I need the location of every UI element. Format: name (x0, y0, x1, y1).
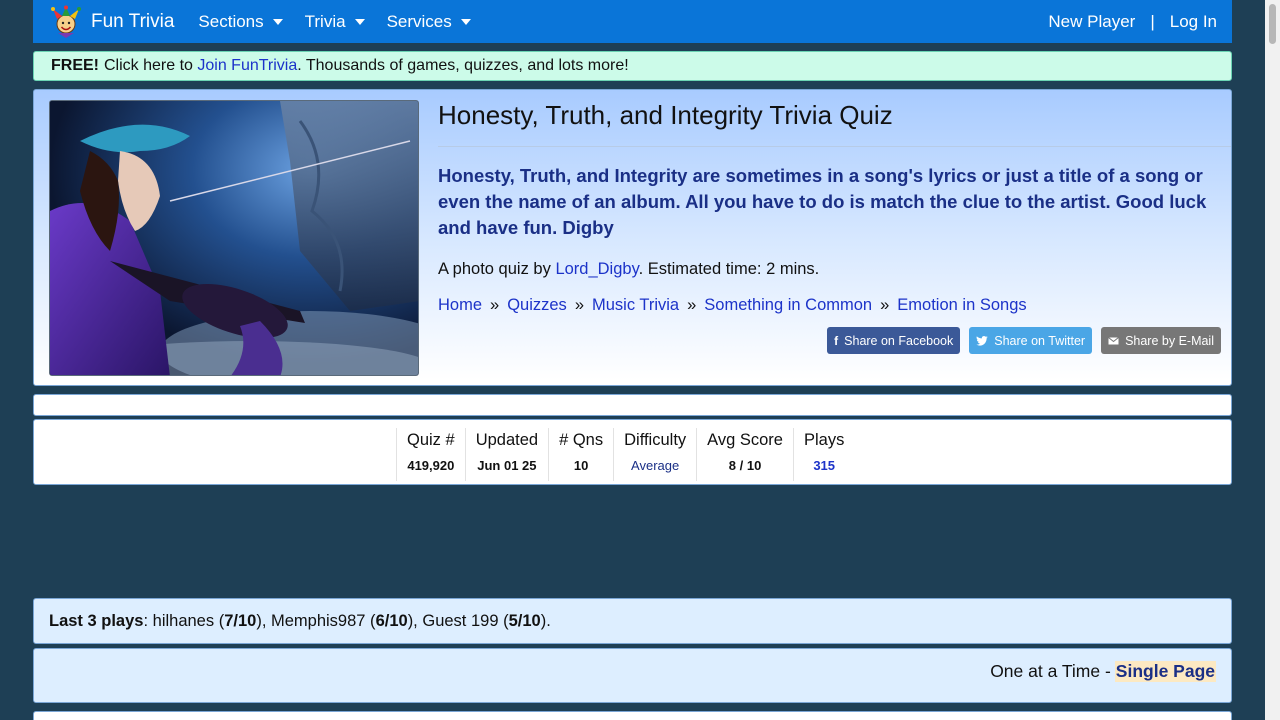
menu-sections-label: Sections (198, 11, 264, 31)
author-link[interactable]: Lord_Digby (555, 260, 638, 278)
share-facebook-button[interactable]: f Share on Facebook (827, 327, 961, 354)
caret-down-icon (272, 18, 283, 25)
share-twitter-label: Share on Twitter (994, 333, 1086, 348)
share-facebook-label: Share on Facebook (844, 333, 954, 348)
breadcrumb: Home » Quizzes » Music Trivia » Somethin… (438, 296, 1027, 315)
brand-logo[interactable]: Fun Trivia (49, 5, 174, 39)
quiz-description: Honesty, Truth, and Integrity are someti… (438, 165, 1207, 238)
player-score: 6/10 (375, 611, 408, 630)
difficulty-link[interactable]: Average (624, 458, 686, 473)
envelope-icon (1108, 336, 1119, 344)
breadcrumb-something-in-common[interactable]: Something in Common (704, 296, 872, 315)
byline-prefix: A photo quiz by (438, 260, 551, 278)
share-email-button[interactable]: Share by E-Mail (1101, 327, 1221, 354)
breadcrumb-music-trivia[interactable]: Music Trivia (592, 296, 679, 315)
twitter-bird-icon (976, 335, 989, 346)
caret-down-icon (354, 18, 365, 25)
player-score: 5/10 (508, 611, 541, 630)
stat-value: 8 / 10 (728, 458, 762, 473)
stat-label: Quiz # (407, 431, 455, 449)
quiz-stats-card: Quiz # 419,920 Updated Jun 01 25 # Qns 1… (33, 419, 1232, 485)
quiz-title: Honesty, Truth, and Integrity Trivia Qui… (438, 100, 893, 130)
single-page-link[interactable]: Single Page (1114, 661, 1216, 682)
breadcrumb-separator: » (687, 296, 697, 314)
promo-banner: FREE! Click here to Join FunTrivia . Tho… (33, 51, 1232, 81)
account-links: New Player | Log In (1048, 12, 1217, 32)
stat-value: Jun 01 25 (477, 458, 537, 473)
stat-value: 419,920 (407, 458, 455, 473)
player-score: 7/10 (224, 611, 257, 630)
plays-link[interactable]: 315 (804, 458, 844, 473)
violinist-image (50, 101, 418, 375)
quiz-photo (49, 100, 419, 376)
empty-panel (33, 394, 1232, 416)
facebook-icon: f (834, 333, 839, 348)
stat-label: Updated (475, 431, 539, 449)
stat-avg-score: Avg Score 8 / 10 (697, 428, 794, 481)
menu-trivia-label: Trivia (304, 11, 346, 31)
breadcrumb-separator: » (574, 296, 584, 314)
page-scrollbar[interactable] (1265, 0, 1280, 720)
share-buttons: f Share on Facebook Share on Twitter Sha… (818, 327, 1221, 354)
login-link[interactable]: Log In (1170, 12, 1217, 32)
byline-suffix: . Estimated time: 2 mins. (638, 260, 820, 278)
stat-label: # Qns (559, 431, 604, 449)
stat-plays: Plays 315 (794, 428, 854, 481)
last-plays-panel: Last 3 plays: hilhanes (7/10), Memphis98… (33, 598, 1232, 644)
breadcrumb-emotion-in-songs[interactable]: Emotion in Songs (897, 296, 1026, 315)
mode-current: One at a Time - (990, 661, 1111, 681)
display-mode-panel: One at a Time - Single Page (33, 648, 1232, 703)
scrollbar-thumb[interactable] (1269, 4, 1276, 44)
stat-questions: # Qns 10 (549, 428, 615, 481)
jester-logo-icon (51, 5, 81, 38)
share-twitter-button[interactable]: Share on Twitter (969, 327, 1093, 354)
menu-services[interactable]: Services (387, 12, 471, 32)
quiz-byline: A photo quiz by Lord_Digby. Estimated ti… (438, 260, 819, 279)
stat-label: Plays (803, 431, 845, 449)
quiz-header-card: Honesty, Truth, and Integrity Trivia Qui… (33, 89, 1232, 386)
stat-difficulty: Difficulty Average (614, 428, 698, 481)
top-navbar: Fun Trivia Sections Trivia Services New … (33, 0, 1232, 43)
main-menu: Sections Trivia Services (198, 12, 492, 32)
join-link[interactable]: Join FunTrivia (197, 57, 297, 75)
quiz-stats: Quiz # 419,920 Updated Jun 01 25 # Qns 1… (396, 428, 854, 481)
display-mode-toggle: One at a Time - Single Page (990, 661, 1216, 682)
breadcrumb-separator: » (880, 296, 890, 314)
stat-label: Difficulty (624, 431, 687, 449)
stat-label: Avg Score (707, 431, 783, 449)
breadcrumb-quizzes[interactable]: Quizzes (507, 296, 567, 315)
title-divider (438, 146, 1231, 147)
last-plays-label: Last 3 plays (49, 611, 144, 630)
menu-trivia[interactable]: Trivia (305, 12, 365, 32)
menu-services-label: Services (386, 11, 452, 31)
new-player-link[interactable]: New Player (1048, 12, 1135, 32)
player-name: Memphis987 (271, 611, 366, 630)
breadcrumb-separator: » (490, 296, 500, 314)
stat-quiz-number: Quiz # 419,920 (396, 428, 466, 481)
caret-down-icon (460, 18, 471, 25)
share-email-label: Share by E-Mail (1125, 333, 1214, 348)
nav-separator: | (1150, 11, 1155, 31)
promo-post-text: . Thousands of games, quizzes, and lots … (297, 57, 629, 74)
stat-value: 10 (573, 458, 589, 473)
brand-name: Fun Trivia (91, 10, 175, 32)
promo-free-label: FREE! (51, 57, 99, 74)
breadcrumb-home[interactable]: Home (438, 296, 482, 315)
player-name: hilhanes (152, 611, 215, 630)
menu-sections[interactable]: Sections (198, 11, 283, 32)
stat-updated: Updated Jun 01 25 (466, 428, 550, 481)
player-name: Guest 199 (422, 611, 499, 630)
next-panel (33, 711, 1232, 720)
promo-pre-text: Click here to (104, 57, 193, 74)
